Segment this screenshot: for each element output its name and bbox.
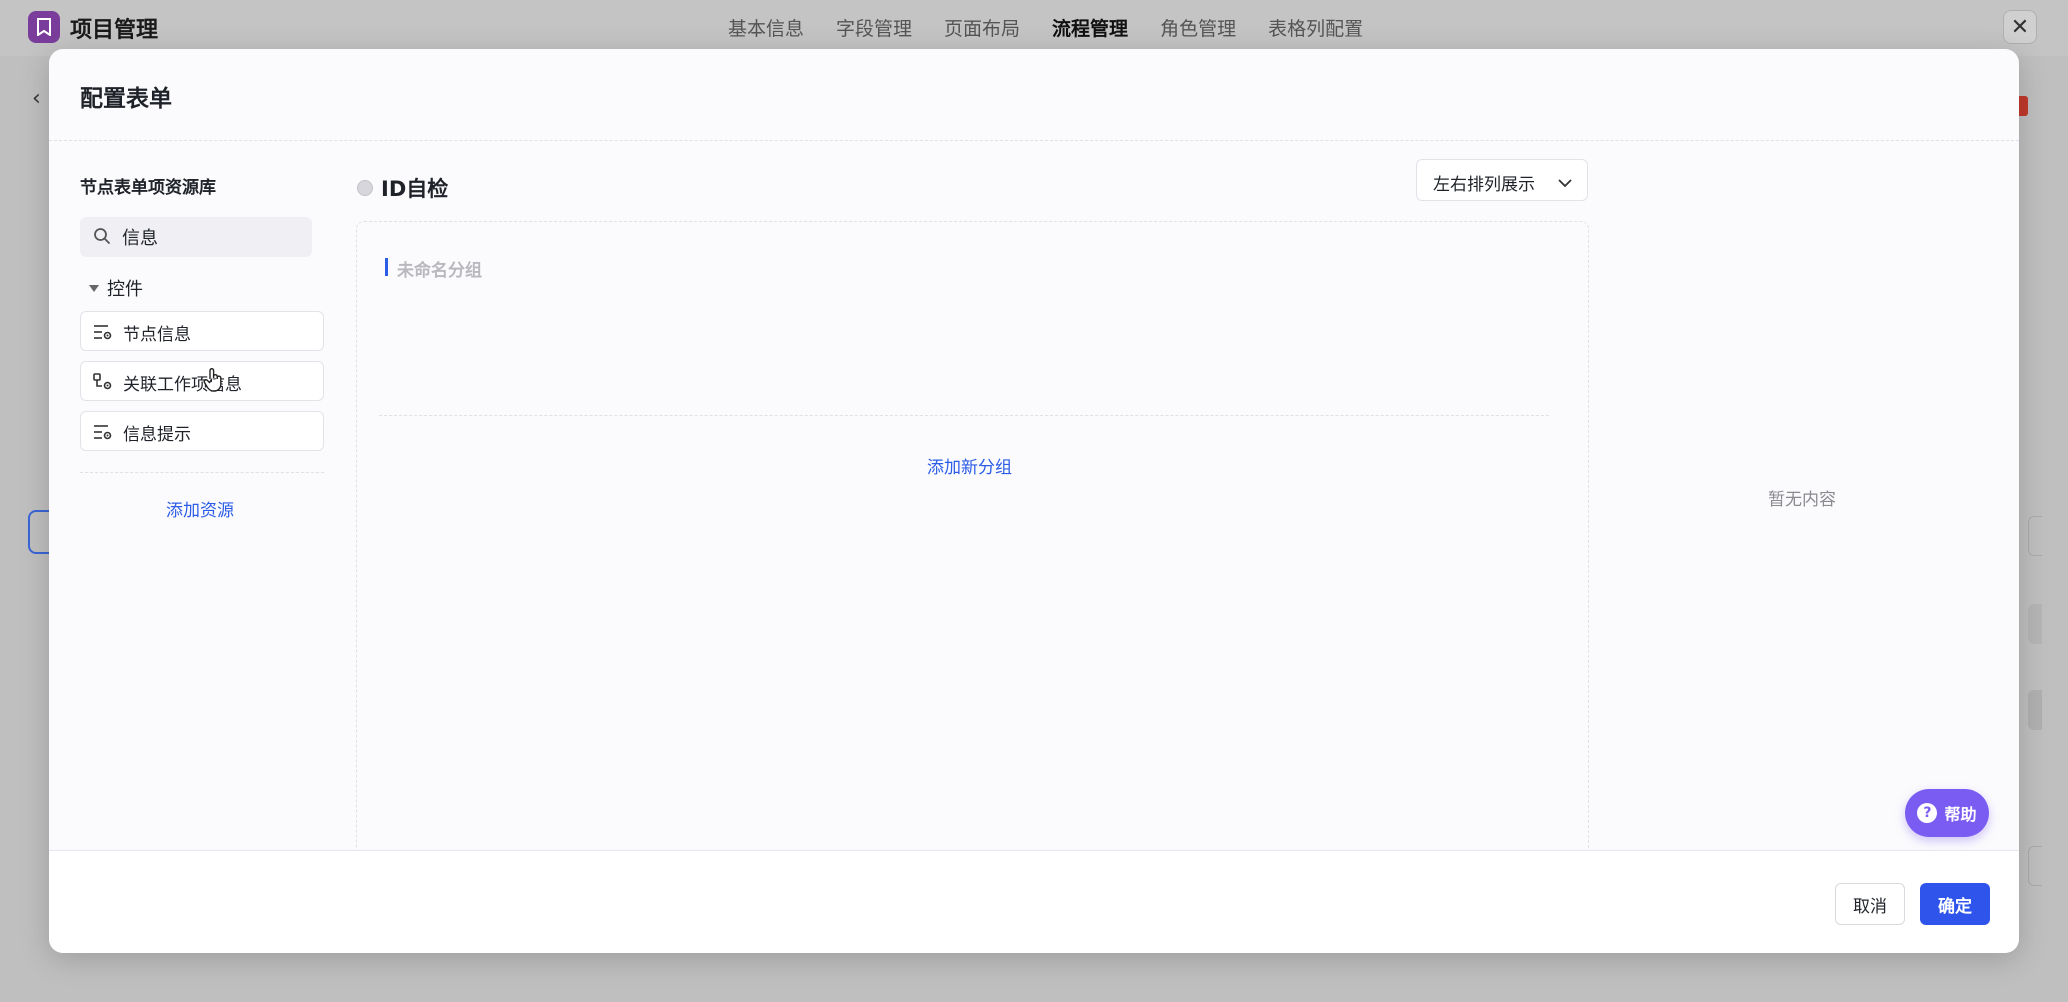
section-divider [379, 415, 1549, 416]
layout-select[interactable]: 左右排列展示 [1416, 159, 1588, 201]
cancel-button[interactable]: 取消 [1835, 883, 1905, 925]
app-nav: 基本信息 字段管理 页面布局 流程管理 角色管理 表格列配置 [728, 14, 1363, 41]
background-field [2028, 516, 2042, 556]
modal-header: 配置表单 [49, 49, 2019, 141]
background-field [2028, 604, 2042, 644]
background-field [2028, 846, 2042, 886]
app-topbar: 项目管理 基本信息 字段管理 页面布局 流程管理 角色管理 表格列配置 ✕ [0, 0, 2068, 56]
app-title: 项目管理 [70, 18, 159, 43]
resource-item-linked-work-item-info[interactable]: 关联工作项信息 [80, 361, 324, 401]
hand-cursor-icon [203, 367, 225, 397]
resource-item-label: 节点信息 [123, 325, 191, 345]
modal-footer: 取消 确定 [49, 850, 2019, 953]
caret-down-icon [89, 284, 99, 292]
form-header: ID自检 [357, 173, 448, 203]
modal-title: 配置表单 [80, 86, 172, 112]
confirm-button[interactable]: 确定 [1920, 883, 1990, 925]
search-icon [93, 227, 111, 249]
help-button[interactable]: ? 帮助 [1905, 789, 1989, 837]
resource-library-title: 节点表单项资源库 [80, 178, 216, 198]
list-settings-icon [93, 423, 113, 445]
add-group-link[interactable]: 添加新分组 [927, 453, 1012, 478]
resource-item-info-tip[interactable]: 信息提示 [80, 411, 324, 451]
chevron-down-icon [1557, 174, 1573, 193]
section-title[interactable]: 未命名分组 [397, 256, 482, 281]
bookmark-icon [28, 11, 60, 43]
list-settings-icon [93, 323, 113, 345]
add-resource-link[interactable]: 添加资源 [166, 496, 234, 521]
nav-basic-info[interactable]: 基本信息 [728, 14, 804, 41]
group-toggle-controls[interactable]: 控件 [89, 275, 143, 301]
flow-settings-icon [93, 373, 113, 395]
help-label: 帮助 [1944, 805, 1977, 824]
back-icon: ‹ [32, 86, 41, 111]
background-field [2028, 690, 2042, 730]
search-input[interactable] [122, 217, 302, 257]
nav-table-column-config[interactable]: 表格列配置 [1268, 14, 1363, 41]
nav-role-management[interactable]: 角色管理 [1160, 14, 1236, 41]
config-form-modal: 配置表单 节点表单项资源库 控件 节点信息 关联工作项信息 信息提示 添加资源 [49, 49, 2019, 953]
form-name: ID自检 [381, 177, 449, 201]
nav-page-layout[interactable]: 页面布局 [944, 14, 1020, 41]
nav-field-management[interactable]: 字段管理 [836, 14, 912, 41]
resource-item-node-info[interactable]: 节点信息 [80, 311, 324, 351]
section-accent-bar [385, 258, 388, 276]
close-icon[interactable]: ✕ [2003, 10, 2037, 44]
group-label: 控件 [107, 279, 143, 300]
search-box[interactable] [80, 217, 312, 257]
nav-process-management[interactable]: 流程管理 [1052, 14, 1128, 41]
layout-select-value: 左右排列展示 [1433, 175, 1535, 195]
status-dot [357, 180, 373, 196]
form-canvas: 未命名分组 添加新分组 [356, 221, 1589, 953]
empty-state-text: 暂无内容 [1768, 490, 1836, 510]
question-icon: ? [1917, 803, 1938, 823]
divider [80, 472, 324, 473]
resource-item-label: 信息提示 [123, 425, 191, 445]
